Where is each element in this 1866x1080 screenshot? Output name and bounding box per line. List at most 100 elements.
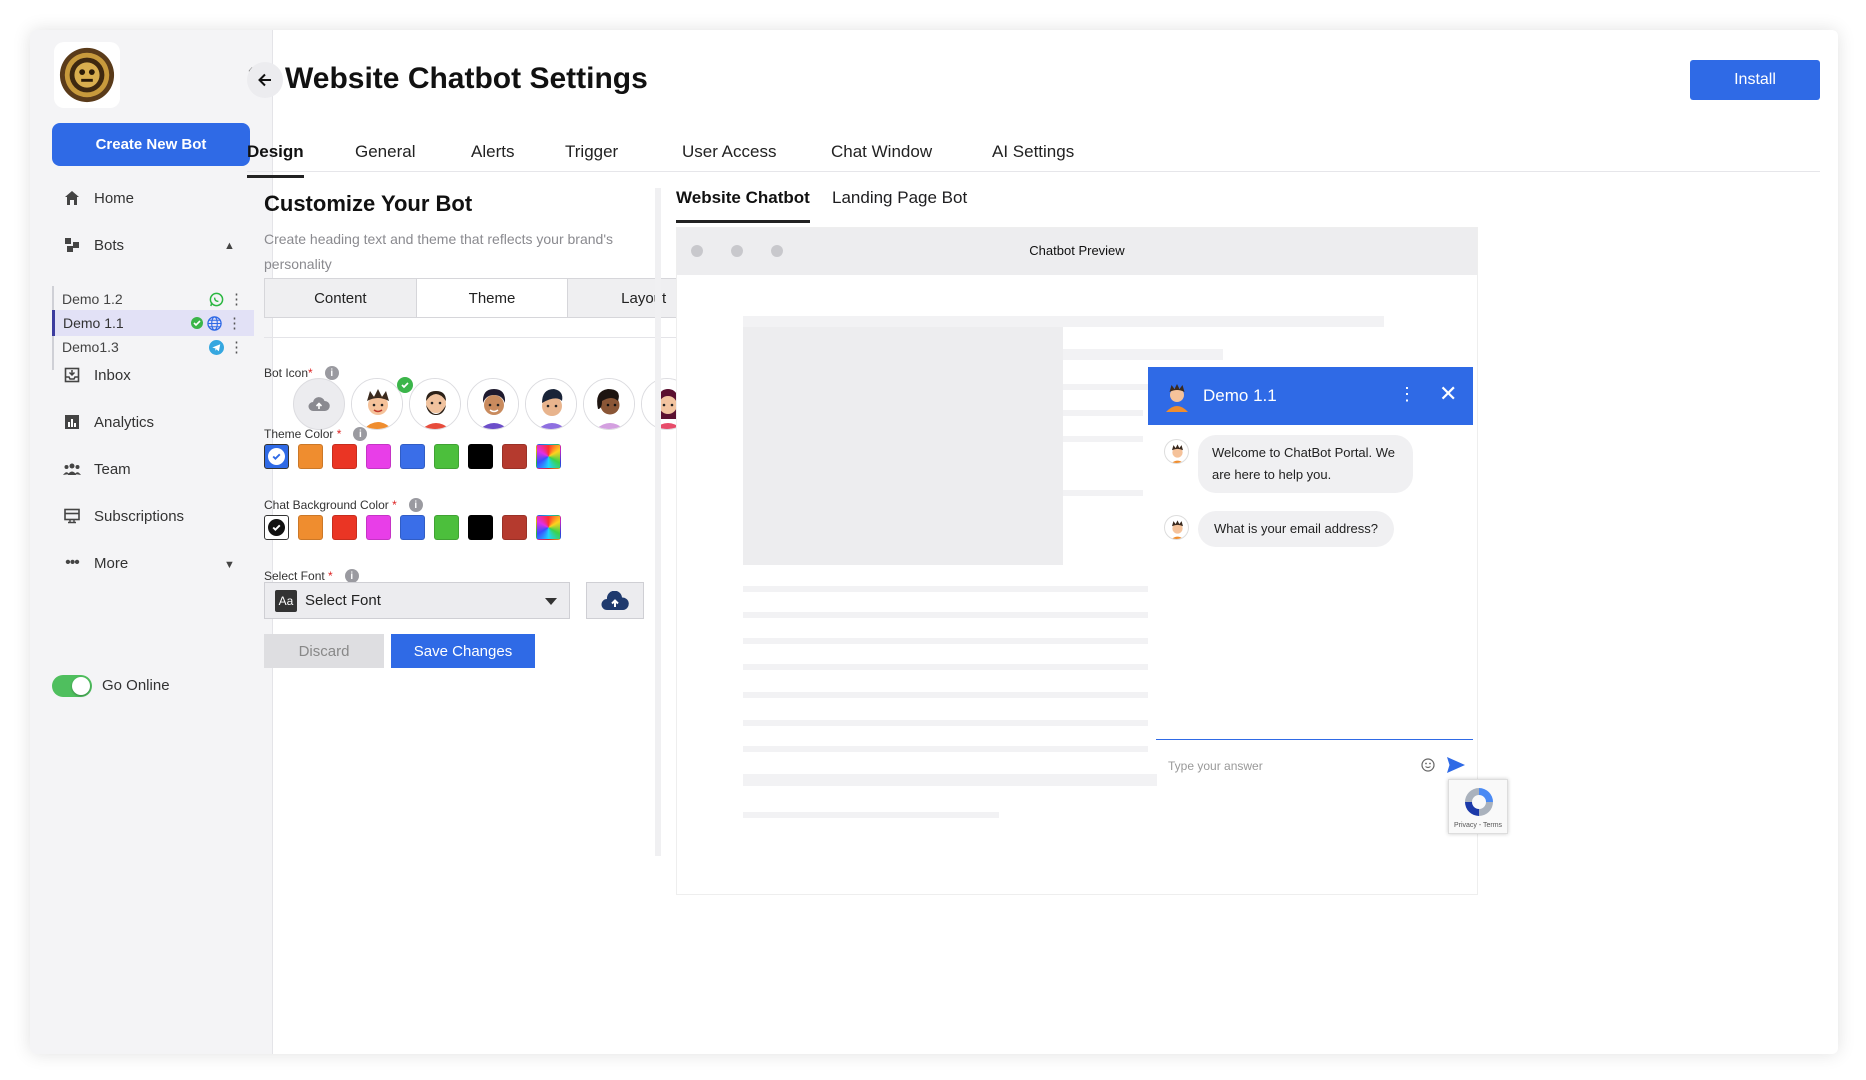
bot-avatar-option[interactable] <box>409 378 461 430</box>
bot-menu-icon[interactable]: ⋮ <box>229 338 244 356</box>
color-swatch[interactable] <box>434 444 459 469</box>
color-swatch[interactable] <box>366 444 391 469</box>
color-swatch[interactable] <box>298 444 323 469</box>
nav-more[interactable]: ••• More <box>62 553 128 573</box>
avatar-man-quiff-icon <box>526 379 576 429</box>
bot-menu-icon[interactable]: ⋮ <box>227 314 242 332</box>
skeleton-line <box>1063 490 1143 496</box>
color-swatch[interactable] <box>434 515 459 540</box>
create-new-bot-button[interactable]: Create New Bot <box>52 123 250 166</box>
tab-ai-settings[interactable]: AI Settings <box>992 142 1074 162</box>
bot-item-demo-1-1[interactable]: Demo 1.1 ⋮ <box>52 310 254 336</box>
nav-analytics[interactable]: Analytics <box>62 412 154 432</box>
preview-title-bar: Chatbot Preview <box>677 228 1477 275</box>
bot-menu-icon[interactable]: ⋮ <box>229 290 244 308</box>
info-icon[interactable]: i <box>408 498 423 512</box>
skeleton-line <box>1063 349 1223 360</box>
nav-bots-label: Bots <box>94 236 125 254</box>
recaptcha-logo-icon <box>1465 788 1493 816</box>
tab-trigger[interactable]: Trigger <box>565 142 618 162</box>
tab-design[interactable]: Design <box>247 142 304 178</box>
bot-avatar-option[interactable] <box>351 378 403 430</box>
bot-item-demo-1-2[interactable]: Demo 1.2 ⋮ <box>54 286 256 312</box>
upload-bot-icon-button[interactable] <box>293 378 345 430</box>
recaptcha-badge[interactable]: Privacy - Terms <box>1448 779 1508 834</box>
chat-answer-input[interactable]: Type your answer <box>1168 759 1263 773</box>
bot-name: Demo 1.1 <box>63 315 124 331</box>
tab-general[interactable]: General <box>355 142 415 162</box>
color-swatch[interactable] <box>502 515 527 540</box>
tab-landing-page-bot[interactable]: Landing Page Bot <box>832 188 967 208</box>
color-swatch[interactable] <box>468 515 493 540</box>
font-select-dropdown[interactable]: Aa Select Font <box>264 582 570 619</box>
avatar-man-spiky-hair-icon <box>1171 444 1184 463</box>
nav-bots[interactable]: Bots <box>62 235 124 255</box>
selected-check-icon <box>268 448 285 465</box>
color-swatch[interactable] <box>468 444 493 469</box>
install-button[interactable]: Install <box>1690 60 1820 100</box>
sidebar: ‹ Create New Bot Home Bots ▲ Demo 1.2 ⋮ … <box>30 30 273 1054</box>
segment-content[interactable]: Content <box>265 279 417 317</box>
chat-menu-icon[interactable]: ⋮ <box>1398 384 1416 405</box>
tab-alerts[interactable]: Alerts <box>471 142 514 162</box>
color-swatch[interactable] <box>400 444 425 469</box>
nav-inbox[interactable]: Inbox <box>62 365 131 385</box>
bot-message-bubble: What is your email address? <box>1198 511 1395 547</box>
segment-theme[interactable]: Theme <box>416 279 569 317</box>
nav-home[interactable]: Home <box>62 188 134 208</box>
bot-avatar-option[interactable] <box>583 378 635 430</box>
nav-inbox-label: Inbox <box>94 366 131 384</box>
color-swatch[interactable] <box>298 515 323 540</box>
globe-icon <box>207 315 222 331</box>
bot-avatar-option[interactable] <box>467 378 519 430</box>
logo-emblem-icon <box>59 47 115 103</box>
tab-chat-window[interactable]: Chat Window <box>831 142 932 162</box>
select-font-label: Select Font * i <box>264 569 359 583</box>
save-changes-button[interactable]: Save Changes <box>391 634 535 668</box>
back-button[interactable] <box>247 62 283 98</box>
close-icon[interactable]: ✕ <box>1439 381 1457 407</box>
divider <box>264 337 720 338</box>
color-swatch[interactable] <box>536 444 561 469</box>
skeleton-line <box>743 316 1384 327</box>
color-swatch[interactable] <box>536 515 561 540</box>
telegram-icon <box>209 339 224 355</box>
send-icon[interactable] <box>1446 756 1466 779</box>
skeleton-line <box>743 720 1157 726</box>
emoji-icon[interactable] <box>1421 758 1435 777</box>
skeleton-line <box>743 746 1157 752</box>
avatar-man-spiky-hair-icon <box>1166 384 1188 412</box>
color-swatch[interactable] <box>264 515 289 540</box>
more-expand-caret-icon[interactable]: ▼ <box>224 559 235 571</box>
nav-team[interactable]: Team <box>62 459 131 479</box>
font-select-value: Select Font <box>305 592 381 609</box>
arrow-left-icon <box>258 73 271 87</box>
go-online-label: Go Online <box>102 677 170 694</box>
tab-user-access[interactable]: User Access <box>682 142 776 162</box>
tab-website-chatbot[interactable]: Website Chatbot <box>676 188 810 223</box>
go-online-toggle[interactable] <box>52 675 92 697</box>
info-icon[interactable]: i <box>353 427 368 441</box>
brand-logo[interactable] <box>54 42 120 108</box>
bot-avatar <box>1160 378 1194 412</box>
bot-list: Demo 1.2 ⋮ Demo 1.1 ⋮ Demo1.3 ⋮ <box>52 286 254 370</box>
color-swatch[interactable] <box>502 444 527 469</box>
home-icon <box>62 188 82 208</box>
upload-font-button[interactable] <box>586 582 644 619</box>
info-icon[interactable]: i <box>344 569 359 583</box>
preview-title: Chatbot Preview <box>1029 243 1125 258</box>
color-swatch[interactable] <box>332 515 357 540</box>
chat-background-swatches <box>264 515 561 540</box>
subscriptions-icon <box>62 506 82 526</box>
color-swatch[interactable] <box>332 444 357 469</box>
bots-collapse-caret-icon[interactable]: ▲ <box>224 240 235 252</box>
color-swatch[interactable] <box>400 515 425 540</box>
bot-item-demo-1-3[interactable]: Demo1.3 ⋮ <box>54 334 256 360</box>
color-swatch[interactable] <box>366 515 391 540</box>
bot-name: Demo 1.2 <box>62 291 123 307</box>
discard-button[interactable]: Discard <box>264 634 384 668</box>
cloud-upload-icon <box>308 397 330 411</box>
nav-subscriptions[interactable]: Subscriptions <box>62 506 184 526</box>
color-swatch[interactable] <box>264 444 289 469</box>
bot-avatar-option[interactable] <box>525 378 577 430</box>
